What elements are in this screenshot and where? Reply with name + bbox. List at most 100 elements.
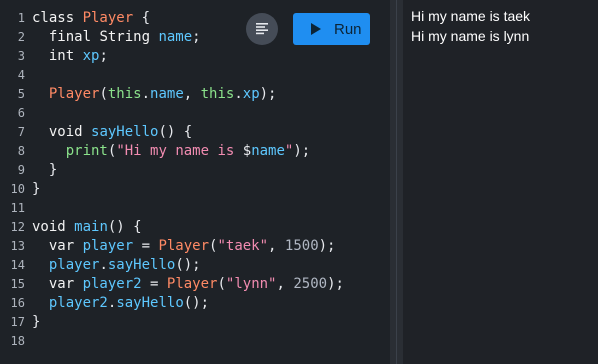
code-token: player2	[82, 276, 142, 292]
code-token: main	[74, 219, 108, 235]
code-token: () {	[158, 124, 193, 140]
code-token: sayHello	[116, 295, 184, 311]
panel-divider-line	[396, 0, 397, 364]
code-token: name	[251, 143, 285, 159]
line-number: 11	[10, 201, 25, 215]
code-token: ,	[183, 86, 201, 102]
code-line: var player2 = Player("lynn", 2500);	[32, 275, 344, 294]
run-button[interactable]: Run	[293, 13, 370, 45]
line-number: 15	[10, 277, 25, 291]
code-token: this	[200, 86, 235, 102]
code-line: void main() {	[32, 218, 142, 237]
code-token: }	[32, 162, 58, 178]
line-number: 14	[10, 258, 25, 272]
code-token: "taek"	[217, 238, 269, 254]
code-line: final String name;	[32, 28, 201, 47]
code-line: player2.sayHello();	[32, 294, 209, 313]
format-align-icon	[256, 23, 268, 35]
code-token: 1500	[284, 238, 319, 254]
line-number: 3	[17, 49, 25, 63]
code-token: name	[150, 86, 184, 102]
code-token: );	[293, 143, 311, 159]
line-number: 17	[10, 315, 25, 329]
code-line: void sayHello() {	[32, 123, 192, 142]
line-number: 1	[17, 11, 25, 25]
code-line: player.sayHello();	[32, 256, 201, 275]
format-button[interactable]	[246, 13, 278, 45]
code-token: (	[99, 86, 108, 102]
code-line: }	[32, 161, 57, 180]
code-token: .	[99, 257, 108, 273]
code-token: (	[217, 276, 226, 292]
line-number: 9	[17, 163, 25, 177]
code-token: );	[318, 238, 336, 254]
code-token: var	[32, 276, 83, 292]
code-token: =	[133, 238, 159, 254]
line-number: 6	[17, 106, 25, 120]
code-token: void	[32, 124, 92, 140]
code-token: String	[99, 29, 159, 45]
code-token: ,	[276, 276, 294, 292]
code-token: "Hi my name is	[116, 143, 243, 159]
line-number: 16	[10, 296, 25, 310]
code-token: );	[327, 276, 344, 292]
console-line: Hi my name is taek	[411, 8, 531, 24]
line-number: 7	[17, 125, 25, 139]
code-token: ();	[175, 257, 201, 273]
code-line: }	[32, 313, 40, 332]
code-token: =	[141, 276, 167, 292]
code-line: }	[32, 180, 40, 199]
code-token: Player	[48, 86, 100, 102]
code-token: player2	[48, 295, 108, 311]
line-number: 4	[17, 68, 25, 82]
console-output: Hi my name is taek Hi my name is lynn	[403, 0, 598, 364]
code-token: "lynn"	[225, 276, 277, 292]
line-number: 12	[10, 220, 25, 234]
line-number: 10	[10, 182, 25, 196]
code-token: int	[32, 48, 83, 64]
code-token: sayHello	[91, 124, 159, 140]
code-token: }	[32, 181, 41, 197]
code-token: player	[48, 257, 100, 273]
code-token: ,	[268, 238, 285, 254]
play-icon	[311, 23, 321, 35]
code-token: xp	[242, 86, 260, 102]
code-token: var	[32, 238, 83, 254]
code-token: ;	[99, 48, 108, 64]
code-token: ();	[183, 295, 210, 311]
code-line: print("Hi my name is $name");	[32, 142, 310, 161]
code-token: Player	[82, 10, 134, 26]
code-token: Player	[166, 276, 218, 292]
line-number: 5	[17, 87, 25, 101]
code-token: $	[242, 143, 252, 159]
code-line: class Player {	[32, 9, 150, 28]
line-number: 2	[17, 30, 25, 44]
code-token: this	[107, 86, 142, 102]
code-line: Player(this.name, this.xp);	[32, 85, 277, 104]
code-token: .	[234, 86, 243, 102]
line-number: 8	[17, 144, 25, 158]
code-token: class	[32, 10, 83, 26]
code-token: {	[133, 10, 151, 26]
line-number: 13	[10, 239, 25, 253]
code-line: int xp;	[32, 47, 108, 66]
code-token: .	[141, 86, 151, 102]
line-number-gutter: 1 2 3 4 5 6 7 8 9 10 11 12 13 14 15 16 17 18	[0, 0, 28, 364]
code-token: () {	[107, 219, 142, 235]
code-token: }	[32, 314, 41, 330]
console-line: Hi my name is lynn	[411, 28, 530, 44]
code-line: var player = Player("taek", 1500);	[32, 237, 336, 256]
code-token: void	[32, 219, 75, 235]
code-editor[interactable]: 1 2 3 4 5 6 7 8 9 10 11 12 13 14 15 16 17 18 class Player…	[0, 0, 390, 364]
code-token: sayHello	[107, 257, 176, 273]
code-token: xp	[82, 48, 100, 64]
code-token: print	[65, 143, 108, 159]
code-token: Player	[158, 238, 210, 254]
code-token: ;	[192, 29, 201, 45]
code-token: 2500	[293, 276, 328, 292]
code-token: name	[158, 29, 193, 45]
code-token: final	[32, 29, 100, 45]
